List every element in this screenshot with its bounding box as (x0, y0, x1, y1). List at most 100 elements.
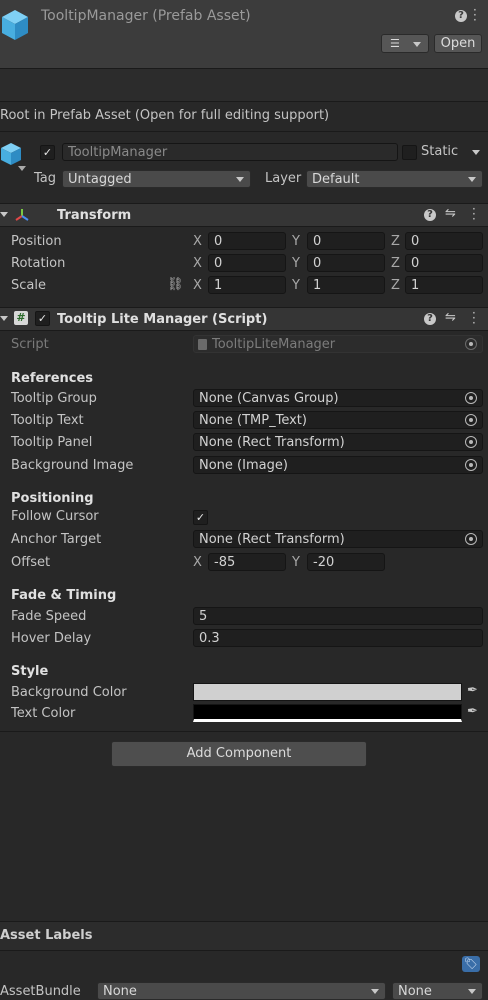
anchor-target-label: Anchor Target (11, 532, 102, 547)
script-label: Script (11, 337, 49, 352)
text-color-swatch[interactable] (193, 704, 462, 722)
scale-x-field[interactable]: 1 (208, 276, 286, 294)
gameobject-name-field[interactable]: TooltipManager (62, 143, 398, 161)
axis-x-label: X (193, 234, 202, 249)
gameobject-cube-icon[interactable] (0, 142, 22, 168)
anchor-target-field[interactable]: None (Rect Transform) (193, 530, 483, 548)
transform-axes-icon (15, 209, 29, 221)
script-enabled-checkbox[interactable]: ✓ (35, 311, 50, 326)
tag-value: Untagged (68, 172, 132, 187)
add-component-button[interactable]: Add Component (111, 741, 367, 767)
assetbundle-dropdown[interactable]: None (97, 982, 386, 1000)
position-x-field[interactable]: 0 (208, 232, 286, 250)
asset-labels-header: Asset Labels (0, 928, 93, 943)
assetbundle-variant-dropdown[interactable]: None (392, 982, 483, 1000)
script-title: Tooltip Lite Manager (Script) (57, 312, 268, 327)
rotation-x-field[interactable]: 0 (208, 254, 286, 272)
header-title: TooltipManager (Prefab Asset) (41, 8, 251, 24)
script-hash-icon: # (14, 311, 28, 325)
axis-y-label: Y (292, 278, 300, 293)
position-label: Position (11, 234, 62, 249)
active-checkbox[interactable]: ✓ (40, 145, 55, 160)
object-picker-icon[interactable] (465, 459, 477, 471)
position-y-field[interactable]: 0 (307, 232, 385, 250)
static-checkbox[interactable] (402, 145, 417, 160)
prefab-notice: Root in Prefab Asset (Open for full edit… (0, 108, 330, 123)
asset-label-tag-icon[interactable]: 🏷 (462, 956, 480, 972)
foldout-icon[interactable] (0, 316, 8, 321)
background-color-swatch[interactable] (193, 683, 462, 701)
eyedropper-icon[interactable]: ✒ (467, 683, 478, 698)
help-icon[interactable]: ? (455, 10, 467, 22)
scale-label: Scale (11, 278, 46, 293)
open-button[interactable]: Open (434, 34, 482, 53)
hover-delay-label: Hover Delay (11, 631, 92, 646)
transform-title: Transform (57, 208, 132, 223)
help-icon[interactable]: ? (424, 313, 436, 325)
axis-y-label: Y (292, 555, 300, 570)
position-z-field[interactable]: 0 (405, 232, 483, 250)
kebab-menu-icon[interactable]: · · · (472, 307, 476, 329)
rotation-y-field[interactable]: 0 (307, 254, 385, 272)
axis-z-label: Z (391, 256, 400, 271)
static-label: Static (421, 144, 459, 159)
object-picker-icon[interactable] (465, 414, 477, 426)
style-header: Style (11, 664, 49, 679)
fade-speed-field[interactable]: 5 (193, 607, 483, 625)
prefab-menu-button[interactable]: ☰ (381, 34, 429, 53)
layer-dropdown[interactable]: Default (306, 170, 483, 188)
text-color-label: Text Color (11, 706, 76, 721)
axis-y-label: Y (292, 234, 300, 249)
tooltip-panel-value: None (Rect Transform) (199, 435, 345, 450)
script-field: TooltipLiteManager (193, 335, 483, 353)
rotation-label: Rotation (11, 256, 66, 271)
tooltip-panel-field[interactable]: None (Rect Transform) (193, 433, 483, 451)
object-picker-icon[interactable] (465, 533, 477, 545)
scale-y-field[interactable]: 1 (307, 276, 385, 294)
offset-y-field[interactable]: -20 (307, 553, 385, 571)
references-header: References (11, 371, 94, 386)
offset-x-field[interactable]: -85 (208, 553, 286, 571)
offset-label: Offset (11, 555, 51, 570)
rotation-z-field[interactable]: 0 (405, 254, 483, 272)
script-value: TooltipLiteManager (212, 337, 336, 352)
background-image-field[interactable]: None (Image) (193, 456, 483, 474)
axis-x-label: X (193, 256, 202, 271)
list-icon: ☰ (390, 37, 400, 50)
hover-delay-field[interactable]: 0.3 (193, 629, 483, 647)
scale-z-field[interactable]: 1 (405, 276, 483, 294)
prefab-cube-icon (2, 10, 28, 40)
script-component-header[interactable]: # ✓ Tooltip Lite Manager (Script) ? ⇋ · ·… (0, 307, 488, 331)
tooltip-panel-label: Tooltip Panel (11, 435, 93, 450)
tooltip-text-value: None (TMP_Text) (199, 413, 307, 428)
fade-timing-header: Fade & Timing (11, 588, 117, 603)
axis-x-label: X (193, 555, 202, 570)
tag-dropdown[interactable]: Untagged (62, 170, 251, 188)
tooltip-group-field[interactable]: None (Canvas Group) (193, 389, 483, 407)
eyedropper-icon[interactable]: ✒ (467, 704, 478, 719)
axis-y-label: Y (292, 256, 300, 271)
layer-value: Default (312, 172, 360, 187)
transform-header[interactable]: Transform ? ⇋ · · · (0, 203, 488, 227)
follow-cursor-checkbox[interactable]: ✓ (193, 510, 208, 525)
object-picker-icon[interactable] (465, 436, 477, 448)
follow-cursor-label: Follow Cursor (11, 509, 99, 524)
background-color-label: Background Color (11, 685, 127, 700)
object-picker-icon[interactable] (465, 392, 477, 404)
inspector-header: TooltipManager (Prefab Asset) ? · · · ☰ Op… (0, 0, 488, 69)
tooltip-text-field[interactable]: None (TMP_Text) (193, 411, 483, 429)
help-icon[interactable]: ? (424, 209, 436, 221)
kebab-menu-icon[interactable]: · · · (473, 4, 477, 26)
kebab-menu-icon[interactable]: · · · (472, 203, 476, 225)
background-image-label: Background Image (11, 458, 134, 473)
presets-icon[interactable]: ⇋ (445, 310, 456, 325)
link-scale-icon[interactable]: ⛓ (167, 277, 184, 292)
axis-z-label: Z (391, 278, 400, 293)
tag-label: Tag (34, 171, 57, 186)
foldout-icon[interactable] (0, 212, 8, 217)
tooltip-group-value: None (Canvas Group) (199, 391, 339, 406)
presets-icon[interactable]: ⇋ (445, 206, 456, 221)
script-file-icon (198, 339, 207, 350)
fade-speed-label: Fade Speed (11, 609, 87, 624)
static-dropdown-icon[interactable] (472, 150, 480, 155)
